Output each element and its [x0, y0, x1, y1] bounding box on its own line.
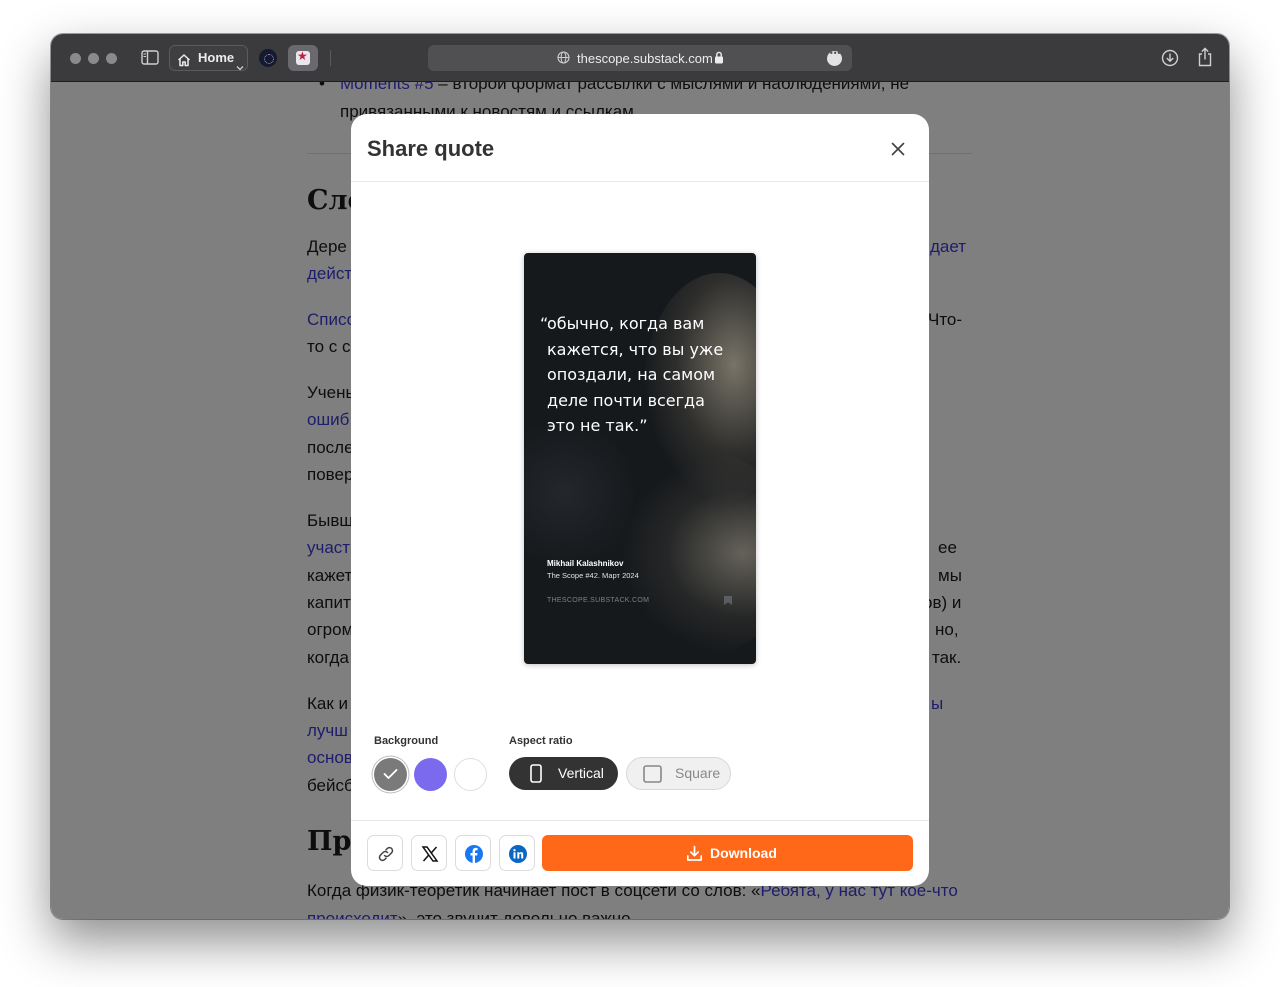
globe-icon: [557, 51, 570, 67]
zoom-window-button[interactable]: [106, 53, 117, 64]
quote-site: THESCOPE.SUBSTACK.COM: [547, 597, 650, 604]
share-quote-modal: Share quote “ обычно, когда вам кажется,…: [351, 114, 929, 886]
share-facebook-button[interactable]: [455, 835, 491, 871]
download-icon: [686, 845, 703, 865]
aspect-vertical-button[interactable]: Vertical: [509, 757, 618, 790]
aspect-ratio-label: Aspect ratio: [509, 735, 573, 747]
background-swatch-gray[interactable]: [374, 758, 407, 791]
page-content: • Moments #5 – второй формат рассылки с …: [51, 82, 1229, 919]
background-label: Background: [374, 735, 439, 747]
sidebar-icon[interactable]: [141, 50, 159, 70]
close-window-button[interactable]: [70, 53, 81, 64]
aspect-square-button[interactable]: Square: [626, 757, 731, 790]
quote-text: “ обычно, когда вам кажется, что вы уже …: [540, 314, 724, 435]
header-divider: [351, 181, 929, 182]
home-label: Home: [198, 50, 235, 65]
background-swatch-purple[interactable]: [414, 758, 447, 791]
close-button[interactable]: [887, 138, 909, 160]
quote-author: Mikhail Kalashnikov: [547, 559, 624, 568]
download-circle-icon[interactable]: [1161, 49, 1179, 72]
house-icon: [177, 51, 191, 75]
copy-link-button[interactable]: [367, 835, 403, 871]
share-x-button[interactable]: [411, 835, 447, 871]
address-bar[interactable]: thescope.substack.com: [428, 45, 852, 71]
check-icon: [383, 769, 398, 779]
minimize-window-button[interactable]: [88, 53, 99, 64]
share-icon[interactable]: [1197, 47, 1213, 72]
quote-preview-card: “ обычно, когда вам кажется, что вы уже …: [524, 253, 756, 664]
home-tab-group-button[interactable]: Home: [169, 45, 248, 71]
quote-source: The Scope #42. Март 2024: [547, 571, 639, 580]
lock-icon: [714, 51, 724, 67]
modal-title: Share quote: [367, 136, 495, 161]
download-button[interactable]: Download: [542, 835, 913, 871]
extension-star-icon[interactable]: [288, 45, 318, 71]
x-icon: [421, 846, 439, 862]
toolbar-separator: [330, 50, 331, 66]
facebook-icon: [465, 845, 483, 863]
footer-divider: [351, 820, 929, 821]
close-icon: [891, 142, 905, 156]
square-icon: [643, 765, 662, 786]
phone-icon: [530, 764, 542, 786]
link-icon: [378, 846, 394, 862]
linkedin-icon: [509, 845, 527, 863]
chevron-down-icon: [236, 55, 244, 79]
more-icon[interactable]: [827, 49, 842, 66]
browser-window: Home thescope.substack.com: [51, 34, 1229, 919]
share-linkedin-button[interactable]: [499, 835, 535, 871]
browser-toolbar: Home thescope.substack.com: [51, 34, 1229, 82]
url-host: thescope.substack.com: [577, 51, 713, 66]
extension-icon[interactable]: [259, 49, 277, 67]
background-swatch-white[interactable]: [454, 758, 487, 791]
